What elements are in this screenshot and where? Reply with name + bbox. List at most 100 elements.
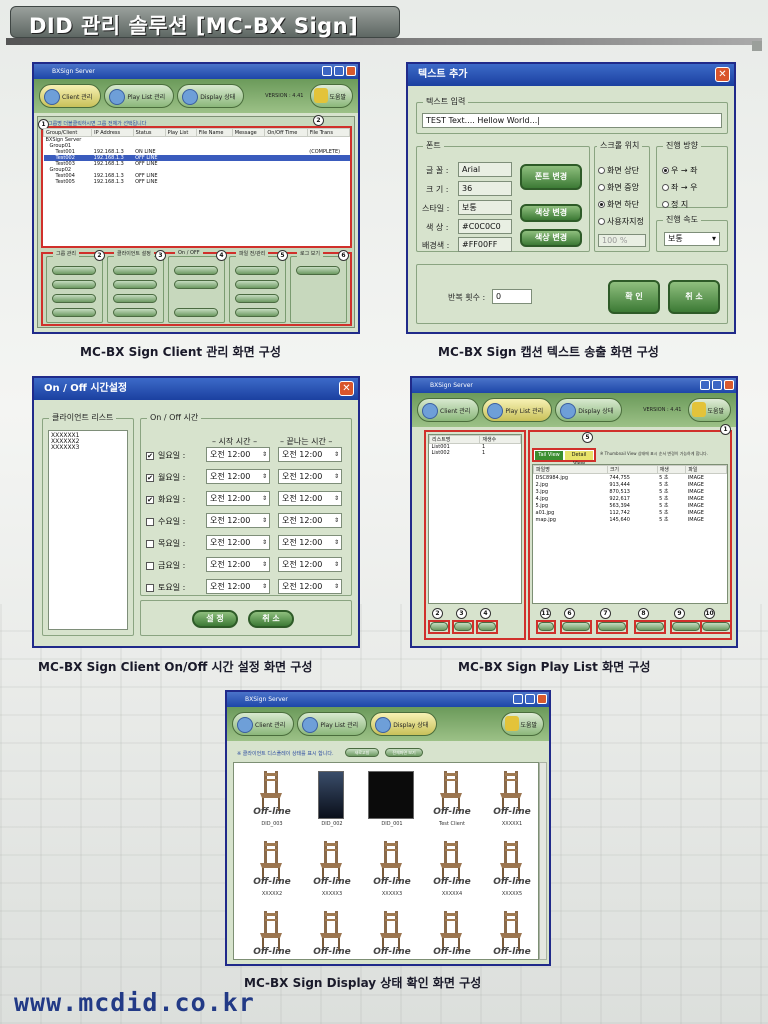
onoff-cancel-button[interactable]: 취 소 xyxy=(248,610,294,628)
help-button[interactable]: 도움말 xyxy=(688,398,731,422)
table-row[interactable]: 3.jpg 870,513 5 초 IMAGE xyxy=(534,488,727,496)
day-checkbox[interactable]: ✔ xyxy=(146,495,154,504)
table-row[interactable]: Test005 192.168.1.3 OFF LINE xyxy=(44,179,350,185)
end-time-field[interactable]: 오전 12:00 ⇕ xyxy=(278,491,342,506)
close-icon[interactable] xyxy=(537,694,547,704)
end-time-field[interactable]: 오전 12:00 ⇕ xyxy=(278,557,342,572)
fullscreen-button[interactable]: 전체화면 보기 xyxy=(385,748,423,757)
client-tile[interactable]: Off-line XXXXX3 xyxy=(362,839,422,901)
playlist-action-button[interactable] xyxy=(538,622,554,631)
client-tile[interactable]: Off-line xyxy=(422,909,482,964)
day-checkbox[interactable] xyxy=(146,539,154,548)
column-header[interactable]: 재생 xyxy=(656,465,687,474)
tab-display[interactable]: Display 상태 xyxy=(370,712,438,736)
close-icon[interactable]: ✕ xyxy=(715,67,730,82)
playlist-action-button[interactable] xyxy=(672,622,700,631)
client-tile[interactable]: Off-line DID_003 xyxy=(242,769,302,831)
playlist-action-button[interactable] xyxy=(454,622,472,631)
end-time-field[interactable]: 오전 12:00 ⇕ xyxy=(278,513,342,528)
spinner-icon[interactable]: ⇕ xyxy=(262,514,267,528)
start-time-field[interactable]: 오전 12:00 ⇕ xyxy=(206,491,270,506)
end-time-field[interactable]: 오전 12:00 ⇕ xyxy=(278,469,342,484)
start-time-field[interactable]: 오전 12:00 ⇕ xyxy=(206,447,270,462)
client-tile[interactable]: DID_002 xyxy=(302,769,362,831)
font-change-button[interactable]: 폰트 변경 xyxy=(520,164,582,190)
spinner-icon[interactable]: ⇕ xyxy=(334,580,339,594)
spinner-icon[interactable]: ⇕ xyxy=(262,580,267,594)
tab-client[interactable]: Client 관리 xyxy=(232,712,295,736)
column-header[interactable]: Message xyxy=(231,128,266,137)
close-icon[interactable] xyxy=(724,380,734,390)
action-button[interactable] xyxy=(235,294,279,303)
column-header[interactable]: 재생수 xyxy=(479,435,521,444)
client-tile[interactable]: Off-line XXXXX1 xyxy=(482,769,542,831)
maximize-icon[interactable] xyxy=(712,380,722,390)
help-button[interactable]: 도움말 xyxy=(501,712,544,736)
tab-display[interactable]: Display 상태 xyxy=(555,398,623,422)
minimize-icon[interactable] xyxy=(322,66,332,76)
day-checkbox[interactable]: ✔ xyxy=(146,473,154,482)
scrollbar[interactable] xyxy=(539,762,547,960)
text-input-field[interactable]: TEST Text.... Hellow World...| xyxy=(422,113,722,128)
position-radio[interactable]: 화면 하단 xyxy=(598,196,644,213)
column-header[interactable]: 파일 xyxy=(685,465,727,474)
position-radio[interactable]: 사용자지정 xyxy=(598,213,644,230)
client-tile[interactable]: DID_001 xyxy=(362,769,422,831)
day-checkbox[interactable] xyxy=(146,517,154,526)
tab-playlist[interactable]: Play List 관리 xyxy=(104,84,175,108)
playlist-action-button[interactable] xyxy=(598,622,626,631)
client-tile[interactable]: Off-line XXXXX4 xyxy=(422,839,482,901)
end-time-field[interactable]: 오전 12:00 ⇕ xyxy=(278,579,342,594)
column-header[interactable]: Play List xyxy=(164,128,197,137)
action-button[interactable] xyxy=(113,280,157,289)
action-button[interactable] xyxy=(174,266,218,275)
action-button[interactable] xyxy=(52,294,96,303)
tab-client[interactable]: Client 관리 xyxy=(39,84,102,108)
action-button[interactable] xyxy=(113,308,157,317)
client-tile[interactable]: Off-line Test Client xyxy=(422,769,482,831)
start-time-field[interactable]: 오전 12:00 ⇕ xyxy=(206,535,270,550)
client-tile[interactable]: Off-line XXXXX5 xyxy=(482,839,542,901)
day-checkbox[interactable]: ✔ xyxy=(146,451,154,460)
spinner-icon[interactable]: ⇕ xyxy=(334,536,339,550)
column-header[interactable]: On/Off Time xyxy=(264,128,308,137)
start-time-field[interactable]: 오전 12:00 ⇕ xyxy=(206,557,270,572)
cancel-button[interactable]: 취 소 xyxy=(668,280,720,314)
action-button[interactable] xyxy=(235,308,279,317)
tab-display[interactable]: Display 상태 xyxy=(177,84,245,108)
column-header[interactable]: File Name xyxy=(195,128,233,137)
column-header[interactable]: Status xyxy=(132,128,166,137)
position-radio[interactable]: 화면 상단 xyxy=(598,162,644,179)
action-button[interactable] xyxy=(52,280,96,289)
day-checkbox[interactable] xyxy=(146,583,154,592)
table-row[interactable]: List002 1 xyxy=(430,450,521,456)
start-time-field[interactable]: 오전 12:00 ⇕ xyxy=(206,513,270,528)
minimize-icon[interactable] xyxy=(700,380,710,390)
client-tile[interactable]: Off-line xyxy=(482,909,542,964)
spinner-icon[interactable]: ⇕ xyxy=(262,558,267,572)
refresh-button[interactable]: 새로고침 xyxy=(345,748,379,757)
tab-playlist[interactable]: Play List 관리 xyxy=(297,712,368,736)
action-button[interactable] xyxy=(52,308,96,317)
speed-select[interactable]: 보통 ▾ xyxy=(664,232,720,246)
table-row[interactable]: 2.jpg 913,444 5 초 IMAGE xyxy=(534,481,727,489)
column-header[interactable]: File Trans xyxy=(306,128,351,137)
maximize-icon[interactable] xyxy=(525,694,535,704)
detail-view-tab[interactable]: Detail View xyxy=(565,451,593,467)
client-tile[interactable]: Off-line xyxy=(242,909,302,964)
action-button[interactable] xyxy=(113,294,157,303)
client-tile[interactable]: Off-line xyxy=(362,909,422,964)
action-button[interactable] xyxy=(174,308,218,317)
action-button[interactable] xyxy=(174,280,218,289)
bg-change-button[interactable]: 색상 변경 xyxy=(520,229,582,247)
playlist-action-button[interactable] xyxy=(562,622,590,631)
end-time-field[interactable]: 오전 12:00 ⇕ xyxy=(278,535,342,550)
playlist-action-button[interactable] xyxy=(430,622,448,631)
action-button[interactable] xyxy=(113,266,157,275)
day-checkbox[interactable] xyxy=(146,561,154,570)
client-tile[interactable]: Off-line XXXXX2 xyxy=(242,839,302,901)
repeat-field[interactable]: 0 xyxy=(492,289,532,304)
direction-radio[interactable]: 좌 → 우 xyxy=(662,179,698,196)
close-icon[interactable] xyxy=(346,66,356,76)
client-listbox[interactable]: XXXXXX1 XXXXXX2 XXXXXX3 xyxy=(48,430,128,630)
